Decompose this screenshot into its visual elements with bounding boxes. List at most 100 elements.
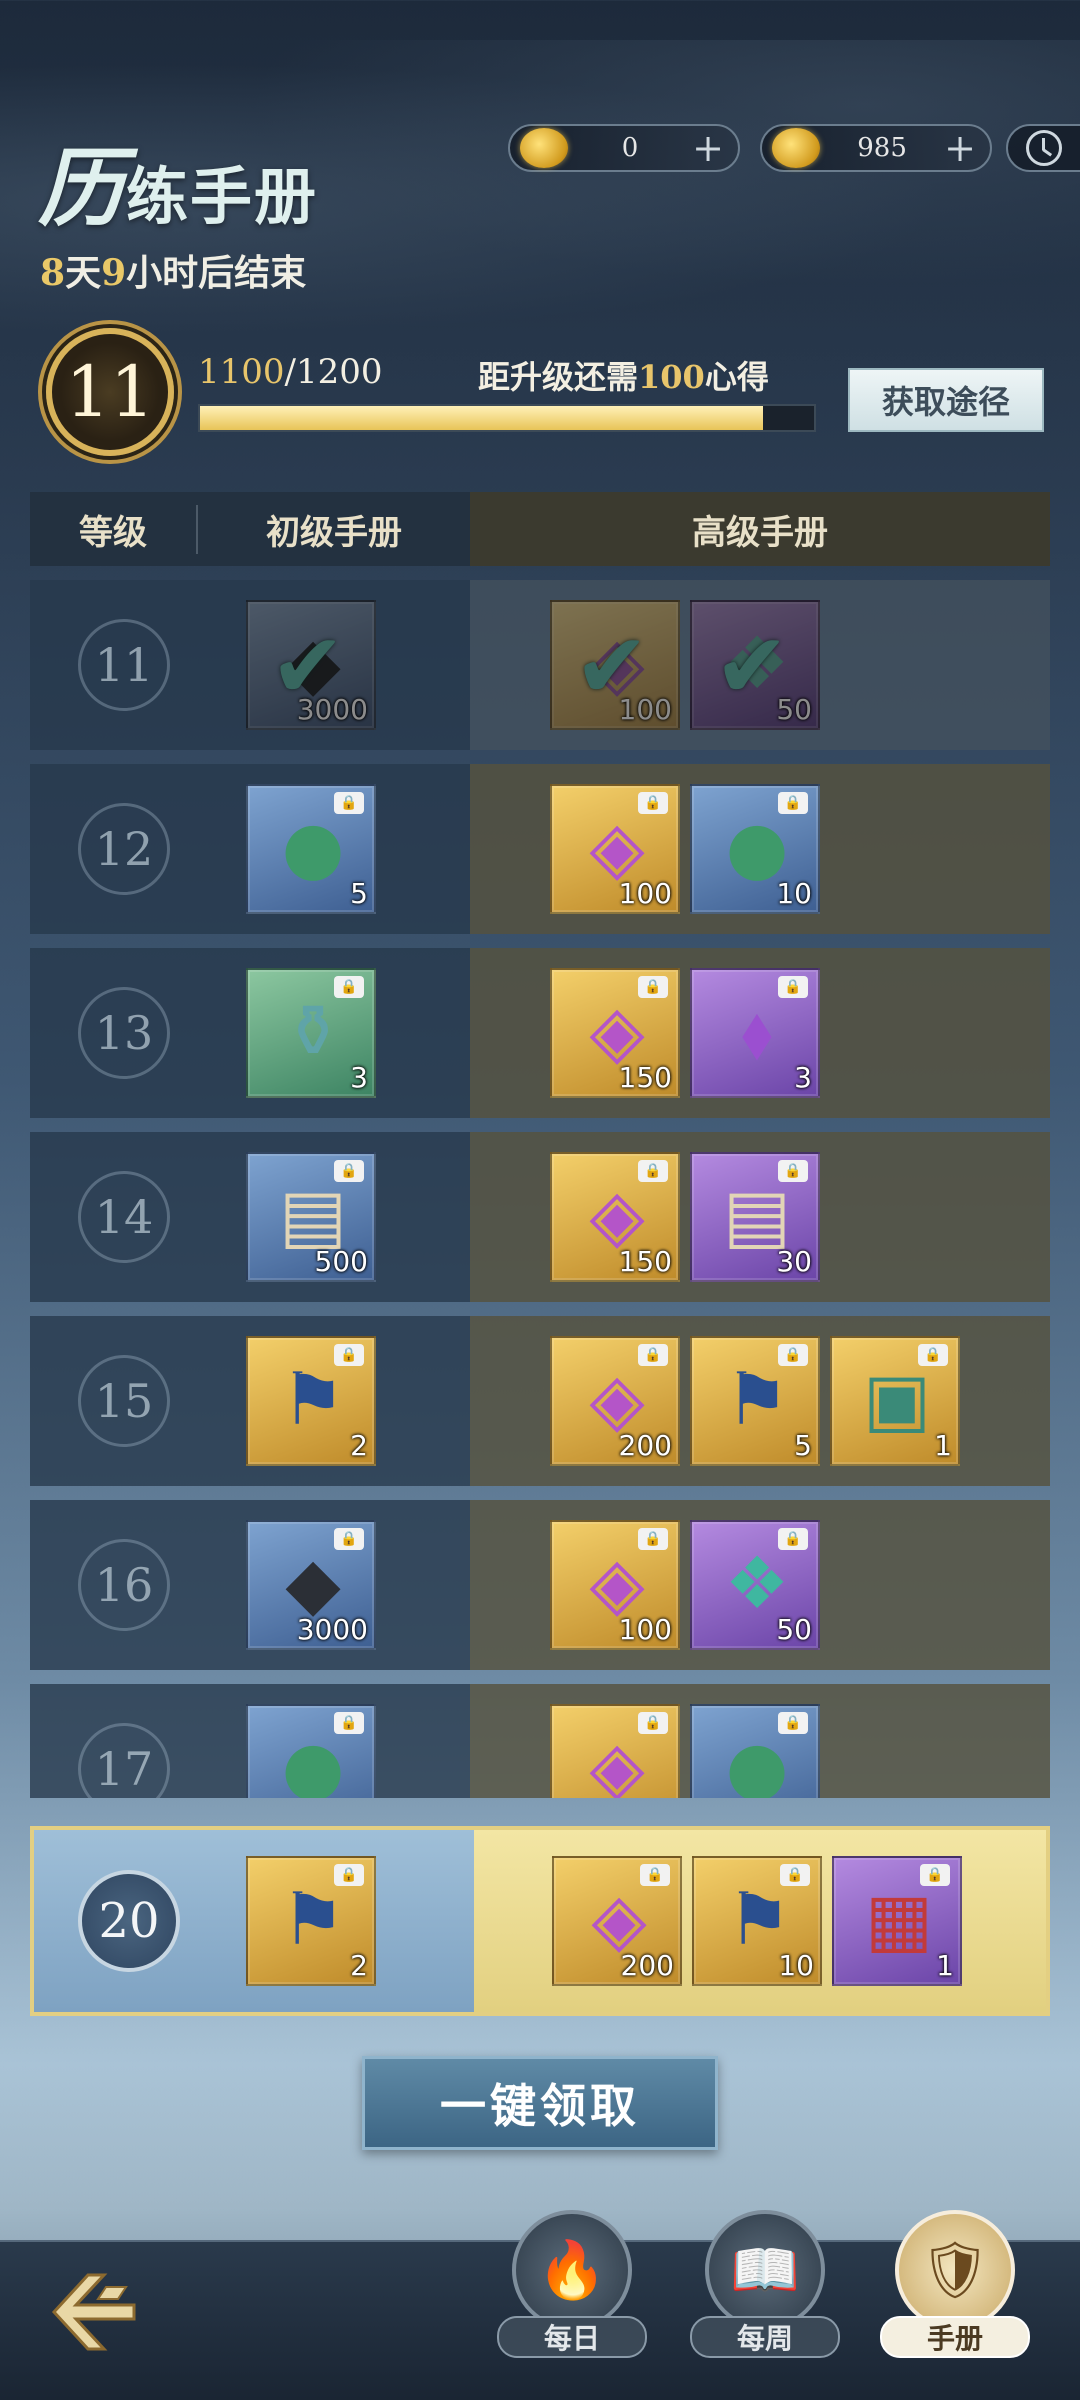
reward-item[interactable]: ▤ 🔒 500 [246, 1152, 376, 1282]
back-button[interactable] [44, 2262, 144, 2362]
tab-handbook-label: 手册 [880, 2316, 1030, 2358]
tab-daily[interactable]: 🔥 每日 [497, 2210, 647, 2390]
pouch-icon: ● [725, 1725, 789, 1798]
reward-item[interactable]: ◈ 🔒 200 [550, 1336, 680, 1466]
page-title: 历练手册 [38, 118, 318, 243]
xp-progress-bar [198, 404, 816, 432]
row-level: 11 [78, 619, 170, 711]
xp-text: 1100/1200 [198, 352, 383, 392]
reward-quantity: 3000 [296, 693, 368, 726]
reward-item[interactable]: ⬧ 🔒 3 [690, 968, 820, 1098]
milestone-row[interactable]: 20 ⚑ 🔒 2 ◈ 🔒 200 ⚑ 🔒 10 ▦ 🔒 1 [30, 1826, 1050, 2016]
lock-icon: 🔒 [638, 1344, 668, 1366]
basic-reward-cell: 14 ▤ 🔒 500 [30, 1132, 470, 1302]
reward-quantity: 1 [934, 1429, 952, 1462]
reward-quantity: 100 [618, 693, 672, 726]
currency-coin: 985 + [760, 124, 992, 172]
basic-header-area: 等级 初级手册 [30, 492, 470, 566]
reward-item[interactable]: ❖ 🔒 50 [690, 1520, 820, 1650]
col-basic-header: 初级手册 [266, 512, 402, 553]
reward-item[interactable]: ⚑ 🔒 2 [246, 1336, 376, 1466]
xp-needed-text: 距升级还需100心得 [478, 352, 769, 398]
xp-progress-fill [200, 406, 763, 430]
history-button[interactable] [1006, 124, 1080, 172]
tab-weekly-label: 每周 [690, 2316, 840, 2358]
flag-icon: ⚑ [280, 1877, 346, 1961]
basic-reward-cell: 15 ⚑ 🔒 2 [30, 1316, 470, 1486]
lock-icon: 🔒 [918, 1344, 948, 1366]
reward-item[interactable]: ◈ 🔒 150 [550, 968, 680, 1098]
vase-icon: ⚱ [282, 989, 344, 1073]
reward-quantity: 200 [620, 1949, 674, 1982]
reward-row[interactable]: 12 ● 🔒 5 ◈ 🔒 100 ● 🔒 10 [30, 764, 1050, 934]
table-header: 等级 初级手册 高级手册 [30, 492, 1050, 566]
lock-icon: 🔒 [640, 1864, 670, 1886]
add-ingot-button[interactable]: + [692, 129, 724, 167]
reward-item[interactable]: ◈ 🔒 200 [552, 1856, 682, 1986]
tab-weekly[interactable]: 📖 每周 [690, 2210, 840, 2390]
lock-icon: 🔒 [334, 792, 364, 814]
lock-icon: 🔒 [780, 1864, 810, 1886]
reward-item[interactable]: ● 🔒 [690, 1704, 820, 1798]
need-prefix: 距升级还需 [478, 358, 639, 396]
reward-item[interactable]: ⚑ 🔒 10 [692, 1856, 822, 1986]
add-coin-button[interactable]: + [944, 129, 976, 167]
countdown-days-unit: 天 [65, 252, 102, 294]
reward-item[interactable]: ❖ ✔ 50 [690, 600, 820, 730]
reward-item[interactable]: ◈ ✔ 100 [550, 600, 680, 730]
reward-item[interactable]: ◈ 🔒 150 [550, 1152, 680, 1282]
reward-quantity: 100 [618, 1613, 672, 1646]
reward-item[interactable]: ◈ 🔒 100 [550, 1520, 680, 1650]
advanced-reward-cell: ◈ 🔒 150 ▤ 🔒 30 [470, 1132, 1050, 1302]
advanced-header-area: 高级手册 [470, 492, 1050, 566]
reward-item[interactable]: ◈ 🔒 100 [550, 784, 680, 914]
reward-item[interactable]: ⚑ 🔒 2 [246, 1856, 376, 1986]
reward-item[interactable]: ⚑ 🔒 5 [690, 1336, 820, 1466]
reward-item[interactable]: ▦ 🔒 1 [832, 1856, 962, 1986]
reward-quantity: 3 [794, 1061, 812, 1094]
lock-icon: 🔒 [778, 1160, 808, 1182]
flag-icon: ⚑ [280, 1357, 346, 1441]
tab-handbook[interactable]: 🛡 手册 [880, 2210, 1030, 2390]
flame-scroll-icon: 🔥 [512, 2210, 632, 2330]
reward-item[interactable]: ● 🔒 5 [246, 784, 376, 914]
reward-row[interactable]: 14 ▤ 🔒 500 ◈ 🔒 150 ▤ 🔒 30 [30, 1132, 1050, 1302]
reward-quantity: 150 [618, 1245, 672, 1278]
reward-quantity: 30 [776, 1245, 812, 1278]
basic-reward-cell: 12 ● 🔒 5 [30, 764, 470, 934]
reward-item[interactable]: ◆ 🔒 3000 [246, 1520, 376, 1650]
gold-coin-icon [772, 128, 820, 168]
reward-item[interactable]: ● 🔒 10 [690, 784, 820, 914]
reward-row[interactable]: 17 ● 🔒 ◈ 🔒 ● 🔒 [30, 1684, 1050, 1798]
title-big-char: 历 [38, 138, 126, 239]
currency-ingot-value: 0 [621, 133, 639, 163]
reward-quantity: 2 [350, 1949, 368, 1982]
reward-row[interactable]: 15 ⚑ 🔒 2 ◈ 🔒 200 ⚑ 🔒 5 ▣ 🔒 1 [30, 1316, 1050, 1486]
reward-list[interactable]: 11 ◆ ✔ 3000 ◈ ✔ 100 ❖ ✔ 50 12 ● 🔒 5 ◈ 🔒 100 ● 🔒 10 13 ⚱ 🔒 3 ◈ 🔒 15… [30, 580, 1050, 1798]
lock-icon: 🔒 [638, 976, 668, 998]
reward-row[interactable]: 13 ⚱ 🔒 3 ◈ 🔒 150 ⬧ 🔒 3 [30, 948, 1050, 1118]
basic-reward-cell: 13 ⚱ 🔒 3 [30, 948, 470, 1118]
claim-all-button[interactable]: 一键领取 [362, 2056, 718, 2150]
currency-coin-value: 985 [857, 133, 907, 163]
advanced-reward-cell: ◈ 🔒 150 ⬧ 🔒 3 [470, 948, 1050, 1118]
reward-item[interactable]: ● 🔒 [246, 1704, 376, 1798]
reward-item[interactable]: ⚱ 🔒 3 [246, 968, 376, 1098]
advanced-reward-cell: ◈ 🔒 200 ⚑ 🔒 5 ▣ 🔒 1 [470, 1316, 1050, 1486]
chest-icon: ▦ [864, 1877, 934, 1961]
row-level: 14 [78, 1171, 170, 1263]
row-level: 13 [78, 987, 170, 1079]
lock-icon: 🔒 [334, 1160, 364, 1182]
reward-item[interactable]: ▣ 🔒 1 [830, 1336, 960, 1466]
reward-item[interactable]: ▤ 🔒 30 [690, 1152, 820, 1282]
lock-icon: 🔒 [334, 1344, 364, 1366]
reward-quantity: 5 [350, 877, 368, 910]
get-source-button[interactable]: 获取途径 [848, 368, 1044, 432]
reward-quantity: 50 [776, 1613, 812, 1646]
reward-row[interactable]: 11 ◆ ✔ 3000 ◈ ✔ 100 ❖ ✔ 50 [30, 580, 1050, 750]
lock-icon: 🔒 [778, 1712, 808, 1734]
reward-item[interactable]: ◆ ✔ 3000 [246, 600, 376, 730]
reward-item[interactable]: ◈ 🔒 [550, 1704, 680, 1798]
lock-icon: 🔒 [334, 976, 364, 998]
reward-row[interactable]: 16 ◆ 🔒 3000 ◈ 🔒 100 ❖ 🔒 50 [30, 1500, 1050, 1670]
